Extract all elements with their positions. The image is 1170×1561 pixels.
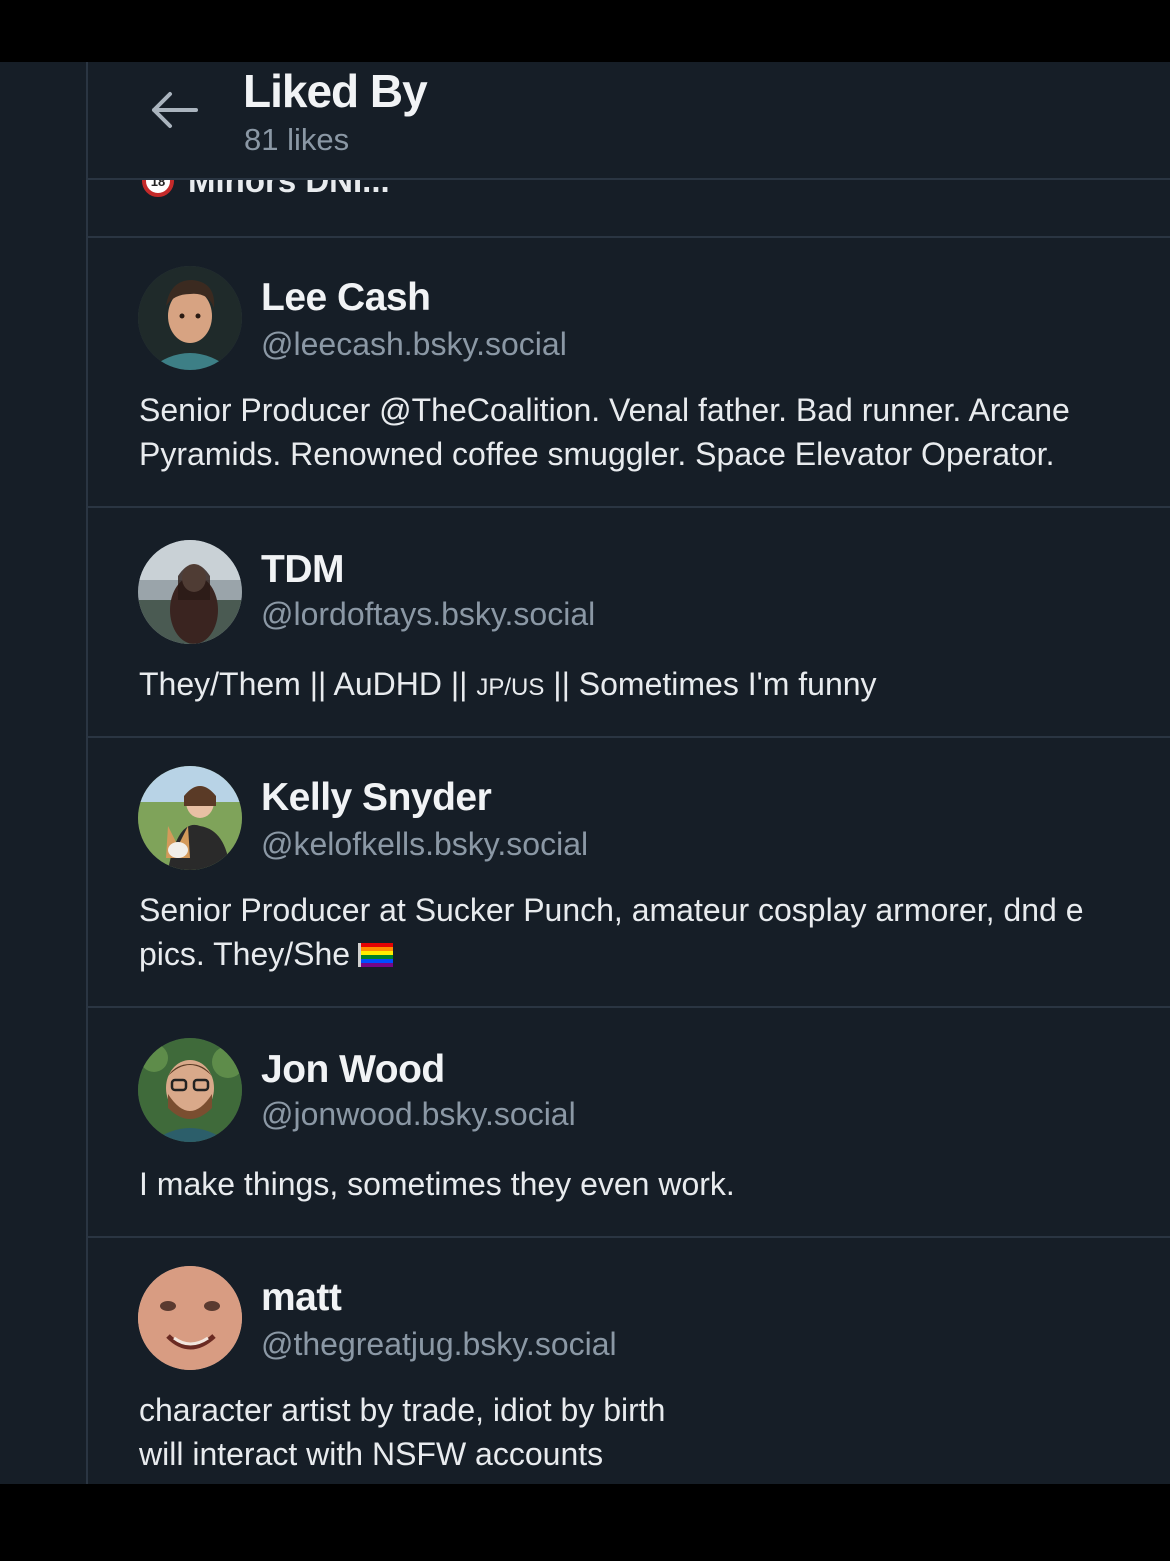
page-title: Liked By [243, 65, 428, 117]
display-name: TDM [261, 548, 344, 591]
user-row-kelly-snyder[interactable]: Kelly Snyder @kelofkells.bsky.social Sen… [88, 738, 1170, 1008]
handle: @lordoftays.bsky.social [261, 596, 596, 632]
avatar[interactable] [138, 540, 242, 644]
bio: They/Them || AuDHD || JP/US || Sometimes… [139, 666, 877, 702]
bio: Senior Producer at Sucker Punch, amateur… [139, 892, 1084, 972]
handle: @jonwood.bsky.social [261, 1096, 576, 1132]
user-row-jon-wood[interactable]: Jon Wood @jonwood.bsky.social I make thi… [88, 1008, 1170, 1238]
handle: @kelofkells.bsky.social [261, 826, 589, 862]
bio: Senior Producer @TheCoalition. Venal fat… [139, 392, 1070, 472]
top-letterbox [0, 0, 1170, 62]
clipped-bio: 18 Minors DNI... [142, 178, 390, 200]
bio: I make things, sometimes they even work. [139, 1166, 735, 1202]
arrow-left-icon [152, 92, 198, 128]
user-row-lee-cash[interactable]: Lee Cash @leecash.bsky.social Senior Pro… [88, 238, 1170, 508]
bio: character artist by trade, idiot by birt… [139, 1392, 666, 1472]
clipped-bio-text: Minors DNI... [188, 178, 390, 199]
avatar[interactable] [138, 1038, 242, 1142]
avatar[interactable] [138, 1266, 242, 1370]
header: Liked By 81 likes [88, 62, 1170, 180]
display-name: Lee Cash [261, 276, 431, 319]
handle: @thegreatjug.bsky.social [261, 1326, 617, 1362]
bottom-letterbox [0, 1484, 1170, 1561]
user-row-tdm[interactable]: TDM @lordoftays.bsky.social They/Them ||… [88, 508, 1170, 738]
liked-by-screen: 18 Minors DNI... Lee Cash @leecash.bsky.… [0, 62, 1170, 1484]
rainbow-flag-icon [358, 943, 394, 967]
back-button[interactable] [146, 88, 202, 132]
likes-column: 18 Minors DNI... Lee Cash @leecash.bsky.… [88, 62, 1170, 1484]
display-name: Kelly Snyder [261, 776, 492, 819]
display-name: Jon Wood [261, 1048, 445, 1091]
no-minors-icon: 18 [142, 178, 174, 197]
likes-count: 81 likes [244, 122, 350, 157]
handle: @leecash.bsky.social [261, 326, 567, 362]
left-rail [0, 62, 86, 1484]
user-row-matt[interactable]: matt @thegreatjug.bsky.social character … [88, 1238, 1170, 1484]
avatar[interactable] [138, 766, 242, 870]
list-item-clipped[interactable]: 18 Minors DNI... [88, 178, 1170, 238]
avatar[interactable] [138, 266, 242, 370]
display-name: matt [261, 1276, 342, 1319]
